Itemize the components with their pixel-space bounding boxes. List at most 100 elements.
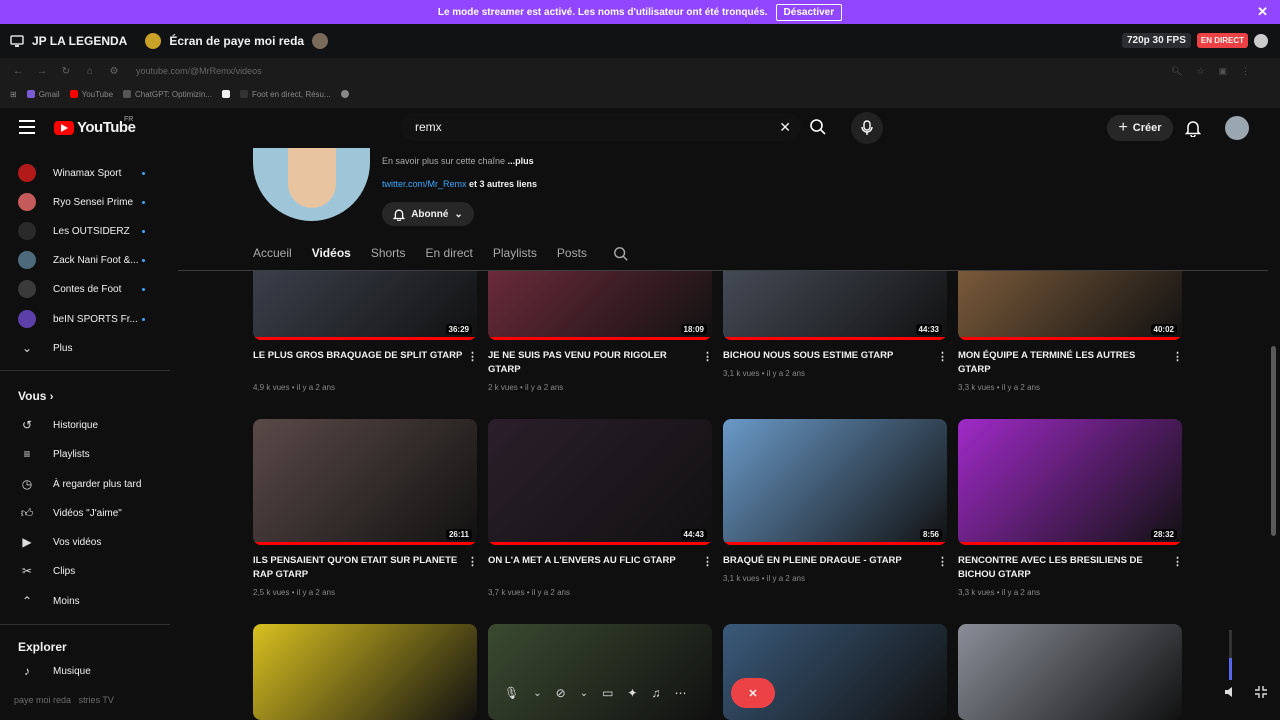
forward-icon[interactable]: → (36, 66, 48, 77)
star-icon[interactable]: ☆ (1196, 66, 1204, 77)
tab-live[interactable]: En direct (426, 246, 473, 264)
sidebar-item-your-videos[interactable]: ▶ Vos vidéos (0, 529, 170, 555)
bookmark-globe[interactable] (340, 90, 349, 98)
sidebar-item-liked-videos[interactable]: 👍︎ Vidéos "J'aime" (0, 500, 170, 526)
sidebar-item-ryo-sensei[interactable]: Ryo Sensei Prime (0, 189, 170, 215)
video-title[interactable]: BRAQUÉ EN PLEINE DRAGUE - GTARP (723, 554, 935, 568)
menu-icon[interactable]: ⋮ (1241, 66, 1250, 77)
channel-about-link[interactable]: En savoir plus sur cette chaîne ...plus (382, 156, 534, 166)
video-menu-icon[interactable]: ⋮ (1172, 555, 1183, 568)
chat-icon[interactable] (1254, 33, 1268, 48)
soundboard-icon[interactable]: ♫ (651, 686, 660, 700)
close-icon[interactable]: ✕ (1257, 4, 1268, 20)
search-input[interactable]: remx ✕ (401, 113, 801, 141)
video-menu-icon[interactable]: ⋮ (937, 555, 948, 568)
sidebar-item-contes-de-foot[interactable]: Contes de Foot (0, 276, 170, 302)
video-meta: 3,1 k vues • il y a 2 ans (723, 574, 805, 583)
disable-streamer-button[interactable]: Désactiver (775, 3, 843, 21)
tab-home[interactable]: Accueil (253, 246, 292, 264)
sidebar-item-winamax[interactable]: Winamax Sport (0, 160, 170, 186)
video-thumbnail[interactable]: 36:29 (253, 271, 477, 340)
sidebar-item-playlists[interactable]: ≡ Playlists (0, 441, 170, 467)
channel-avatar (18, 280, 36, 298)
sidebar-item-outsiderz[interactable]: Les OUTSIDERZ (0, 218, 170, 244)
video-title[interactable]: LE PLUS GROS BRAQUAGE DE SPLIT GTARP (253, 349, 465, 363)
notifications-bell-icon[interactable] (1185, 119, 1201, 137)
search-button[interactable] (801, 113, 835, 141)
sidebar-item-watch-later[interactable]: ◷ À regarder plus tard (0, 471, 170, 497)
tab-posts[interactable]: Posts (557, 246, 587, 264)
video-duration: 18:09 (680, 324, 707, 335)
video-thumbnail[interactable]: 26:11 (253, 419, 477, 545)
video-thumbnail[interactable]: 18:09 (488, 271, 712, 340)
bookmark-gmail[interactable]: Gmail (26, 90, 60, 99)
zoom-icon[interactable]: 🔍︎ (1171, 66, 1182, 77)
video-thumbnail[interactable]: 40:02 (958, 271, 1182, 340)
sidebar-item-music[interactable]: ♪ Musique (0, 658, 170, 684)
video-thumbnail[interactable] (253, 624, 477, 720)
tab-videos[interactable]: Vidéos (312, 246, 351, 264)
video-title[interactable]: JE NE SUIS PAS VENU POUR RIGOLER GTARP (488, 349, 700, 377)
volume-slider[interactable] (1229, 630, 1232, 680)
site-info-icon[interactable]: ⚙ (108, 66, 120, 77)
video-title[interactable]: RENCONTRE AVEC LES BRESILIENS DE BICHOU … (958, 554, 1170, 582)
back-icon[interactable]: ← (12, 66, 24, 77)
tab-playlists[interactable]: Playlists (493, 246, 537, 264)
channel-links[interactable]: twitter.com/Mr_Remx et 3 autres liens (382, 179, 537, 189)
video-menu-icon[interactable]: ⋮ (937, 350, 948, 363)
scrollbar[interactable] (1271, 346, 1276, 536)
search-icon[interactable] (613, 246, 629, 262)
address-bar[interactable]: youtube.com/@MrRemx/videos (136, 66, 262, 76)
sidebar-more-button[interactable]: ⌄ Plus (0, 335, 170, 361)
home-icon[interactable]: ⌂ (84, 66, 96, 77)
reload-icon[interactable]: ↻ (60, 66, 72, 77)
chevron-up-icon: ⌃ (21, 594, 33, 608)
bookmark-youtube[interactable]: YouTube (69, 90, 113, 99)
camera-off-icon[interactable]: ⊘ (556, 686, 566, 700)
bookmark-foot[interactable]: Foot en direct, Résu... (239, 90, 331, 99)
sidebar-item-clips[interactable]: ✂ Clips (0, 558, 170, 584)
chevron-down-icon[interactable]: ⌄ (533, 688, 541, 699)
video-title[interactable]: ON L'A MET A L'ENVERS AU FLIC GTARP (488, 554, 700, 568)
more-options-icon[interactable]: ⋯ (674, 686, 686, 700)
tab-shorts[interactable]: Shorts (371, 246, 406, 264)
extensions-icon[interactable]: ▣ (1218, 66, 1227, 77)
video-menu-icon[interactable]: ⋮ (702, 555, 713, 568)
subscribed-button[interactable]: Abonné ⌄ (382, 202, 474, 226)
sidebar-item-bein-sports[interactable]: beIN SPORTS Fr... (0, 306, 170, 332)
sidebar-item-zack-nani[interactable]: Zack Nani Foot &... (0, 247, 170, 273)
menu-icon[interactable] (19, 120, 35, 134)
divider (0, 370, 170, 371)
screen-share-icon[interactable]: ▭ (602, 686, 613, 700)
activities-icon[interactable]: ✦ (627, 686, 637, 700)
account-avatar[interactable] (1225, 116, 1249, 140)
video-title[interactable]: BICHOU NOUS SOUS ESTIME GTARP (723, 349, 935, 363)
video-menu-icon[interactable]: ⋮ (1172, 350, 1183, 363)
volume-icon[interactable] (1223, 685, 1237, 699)
video-menu-icon[interactable]: ⋮ (702, 350, 713, 363)
video-title[interactable]: ILS PENSAIENT QU'ON ETAIT SUR PLANETE RA… (253, 554, 465, 582)
video-menu-icon[interactable]: ⋮ (467, 555, 478, 568)
minimize-fullscreen-icon[interactable] (1254, 685, 1268, 699)
microphone-icon[interactable]: 🎙︎ (504, 686, 519, 700)
create-button[interactable]: + Créer (1107, 115, 1173, 141)
bookmark-x[interactable] (221, 90, 230, 98)
apps-icon[interactable]: ⊞ (10, 90, 17, 99)
you-section-heading[interactable]: Vous › (18, 389, 53, 403)
clear-search-icon[interactable]: ✕ (779, 119, 791, 136)
sidebar-less-button[interactable]: ⌃ Moins (0, 588, 170, 614)
bookmark-chatgpt[interactable]: ChatGPT: Optimizin... (123, 90, 212, 99)
video-thumbnail[interactable]: 44:33 (723, 271, 947, 340)
video-thumbnail[interactable] (958, 624, 1182, 720)
leave-call-button[interactable]: ✕ (731, 678, 775, 708)
video-menu-icon[interactable]: ⋮ (467, 350, 478, 363)
chevron-down-icon[interactable]: ⌄ (580, 688, 588, 699)
voice-search-button[interactable] (851, 112, 883, 144)
sidebar-item-history[interactable]: ↺ Historique (0, 412, 170, 438)
video-thumbnail[interactable]: 28:32 (958, 419, 1182, 545)
video-duration: 28:32 (1150, 529, 1177, 540)
video-thumbnail[interactable]: 8:56 (723, 419, 947, 545)
watch-progress-bar (958, 542, 1182, 545)
video-thumbnail[interactable]: 44:43 (488, 419, 712, 545)
video-title[interactable]: MON ÉQUIPE A TERMINÉ LES AUTRES GTARP (958, 349, 1170, 377)
